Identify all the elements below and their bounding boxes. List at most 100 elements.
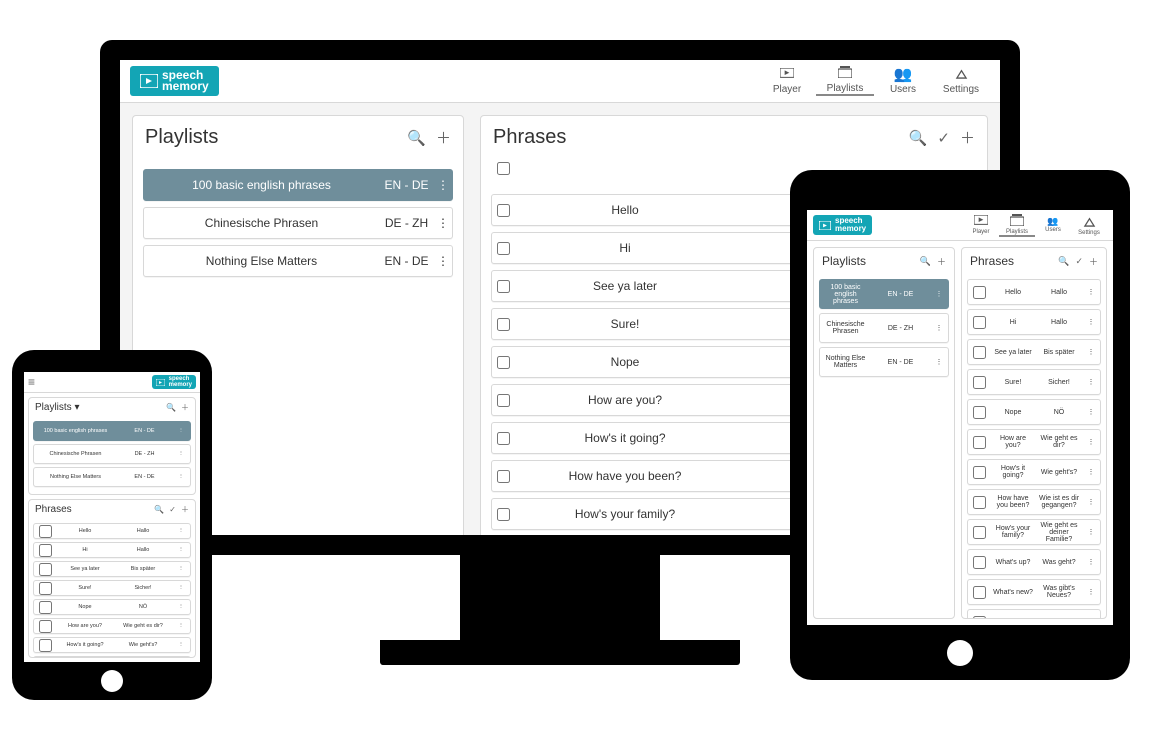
more-icon[interactable]	[1082, 558, 1100, 566]
phrase-checkbox[interactable]	[973, 436, 986, 449]
phrase-row[interactable]: NopeNÖ	[967, 399, 1101, 425]
nav-settings[interactable]: Settings	[1071, 214, 1107, 237]
phrase-checkbox[interactable]	[973, 496, 986, 509]
phrase-checkbox[interactable]	[497, 318, 510, 331]
phrase-checkbox[interactable]	[39, 544, 52, 557]
more-icon[interactable]	[1082, 528, 1100, 536]
search-icon[interactable]: 🔍	[920, 256, 931, 267]
phrase-checkbox[interactable]	[973, 346, 986, 359]
more-icon[interactable]	[1082, 438, 1100, 446]
phrase-row[interactable]: How's it going?Wie geht's?	[33, 637, 191, 653]
phrase-checkbox[interactable]	[973, 286, 986, 299]
phrase-checkbox[interactable]	[39, 601, 52, 614]
playlist-row[interactable]: Nothing Else MattersEN - DE	[819, 347, 949, 377]
phrase-row[interactable]: Sure!Sicher!	[967, 369, 1101, 395]
more-icon[interactable]	[172, 428, 190, 434]
phrase-row[interactable]: How are you?Wie geht es dir?	[967, 429, 1101, 455]
more-icon[interactable]	[172, 528, 190, 534]
search-icon[interactable]: 🔍	[909, 129, 928, 147]
check-icon[interactable]: ✓	[937, 129, 950, 147]
add-icon[interactable]: ＋	[181, 402, 189, 413]
more-icon[interactable]	[1082, 318, 1100, 326]
playlist-row[interactable]: Chinesische PhrasenDE - ZH	[143, 207, 453, 239]
nav-users[interactable]: 👥Users	[874, 66, 932, 96]
phrase-row[interactable]: See ya laterBis später	[33, 561, 191, 577]
more-icon[interactable]	[172, 451, 190, 457]
nav-users[interactable]: 👥Users	[1035, 214, 1071, 237]
phrase-checkbox[interactable]	[39, 563, 52, 576]
more-icon[interactable]	[1082, 498, 1100, 506]
check-icon[interactable]: ✓	[169, 505, 176, 514]
brand-logo[interactable]: speechmemory	[813, 215, 872, 235]
nav-player[interactable]: Player	[963, 214, 999, 237]
phrase-checkbox[interactable]	[973, 616, 986, 619]
playlist-row[interactable]: Nothing Else MattersEN - DE	[143, 245, 453, 277]
phrase-checkbox[interactable]	[497, 508, 510, 521]
playlist-row[interactable]: 100 basic english phrasesEN - DE	[143, 169, 453, 201]
playlist-row[interactable]: Chinesische PhrasenDE - ZH	[819, 313, 949, 343]
phrase-row[interactable]: What's up?Was geht?	[967, 549, 1101, 575]
phrase-checkbox[interactable]	[497, 242, 510, 255]
phrase-row[interactable]: NopeNÖ	[33, 599, 191, 615]
add-icon[interactable]: ＋	[1089, 255, 1098, 268]
more-icon[interactable]	[930, 290, 948, 298]
playlist-row[interactable]: Nothing Else MattersEN - DE	[33, 467, 191, 487]
hamburger-icon[interactable]: ≡	[28, 375, 35, 389]
nav-playlists[interactable]: Playlists	[816, 66, 874, 96]
select-all-checkbox[interactable]	[497, 162, 510, 175]
phrase-checkbox[interactable]	[39, 639, 52, 652]
phrase-checkbox[interactable]	[973, 526, 986, 539]
more-icon[interactable]	[1082, 348, 1100, 356]
more-icon[interactable]	[1082, 408, 1100, 416]
more-icon[interactable]	[434, 254, 452, 268]
nav-playlists[interactable]: Playlists	[999, 214, 1035, 237]
phrase-checkbox[interactable]	[497, 470, 510, 483]
phrase-checkbox[interactable]	[39, 620, 52, 633]
more-icon[interactable]	[1082, 288, 1100, 296]
phrase-checkbox[interactable]	[973, 316, 986, 329]
phrase-row[interactable]: HelloHallo	[33, 523, 191, 539]
home-button[interactable]	[101, 670, 123, 692]
phrase-row[interactable]: See ya laterBis später	[967, 339, 1101, 365]
more-icon[interactable]	[172, 623, 190, 629]
phrase-row[interactable]: How's it going?Wie geht's?	[967, 459, 1101, 485]
add-icon[interactable]: ＋	[960, 127, 975, 148]
phrase-checkbox[interactable]	[497, 356, 510, 369]
more-icon[interactable]	[1082, 588, 1100, 596]
phrase-row[interactable]: Sure!Sicher!	[33, 580, 191, 596]
phrase-row[interactable]: How have you been?Wie ist es dir gegange…	[33, 656, 191, 657]
phrase-checkbox[interactable]	[973, 376, 986, 389]
more-icon[interactable]	[172, 474, 190, 480]
phrase-row[interactable]: HiHallo	[967, 309, 1101, 335]
phrase-row[interactable]: What's new?Was gibt's Neues?	[967, 579, 1101, 605]
more-icon[interactable]	[172, 547, 190, 553]
phrase-checkbox[interactable]	[973, 406, 986, 419]
phrase-row[interactable]: How are you?Wie geht es dir?	[33, 618, 191, 634]
phrase-checkbox[interactable]	[497, 394, 510, 407]
more-icon[interactable]	[172, 566, 190, 572]
phrase-checkbox[interactable]	[497, 280, 510, 293]
playlist-row[interactable]: Chinesische PhrasenDE - ZH	[33, 444, 191, 464]
more-icon[interactable]	[930, 358, 948, 366]
phrase-row[interactable]: How's your family?Wie geht es deiner Fam…	[967, 519, 1101, 545]
add-icon[interactable]: ＋	[937, 255, 946, 268]
phrase-row[interactable]: Pretty good.Ziemlich gut.	[967, 609, 1101, 618]
search-icon[interactable]: 🔍	[407, 129, 426, 147]
phrase-checkbox[interactable]	[973, 556, 986, 569]
more-icon[interactable]	[930, 324, 948, 332]
phrase-checkbox[interactable]	[497, 204, 510, 217]
home-button[interactable]	[947, 640, 973, 666]
phrase-checkbox[interactable]	[973, 466, 986, 479]
search-icon[interactable]: 🔍	[166, 403, 176, 412]
more-icon[interactable]	[172, 604, 190, 610]
phrase-checkbox[interactable]	[39, 525, 52, 538]
nav-player[interactable]: Player	[758, 66, 816, 96]
more-icon[interactable]	[172, 642, 190, 648]
phrase-checkbox[interactable]	[497, 432, 510, 445]
playlist-row[interactable]: 100 basic english phrasesEN - DE	[819, 279, 949, 309]
phrase-row[interactable]: HiHallo	[33, 542, 191, 558]
add-icon[interactable]: ＋	[436, 127, 451, 148]
search-icon[interactable]: 🔍	[1058, 256, 1069, 267]
more-icon[interactable]	[1082, 468, 1100, 476]
check-icon[interactable]: ✓	[1075, 256, 1083, 267]
